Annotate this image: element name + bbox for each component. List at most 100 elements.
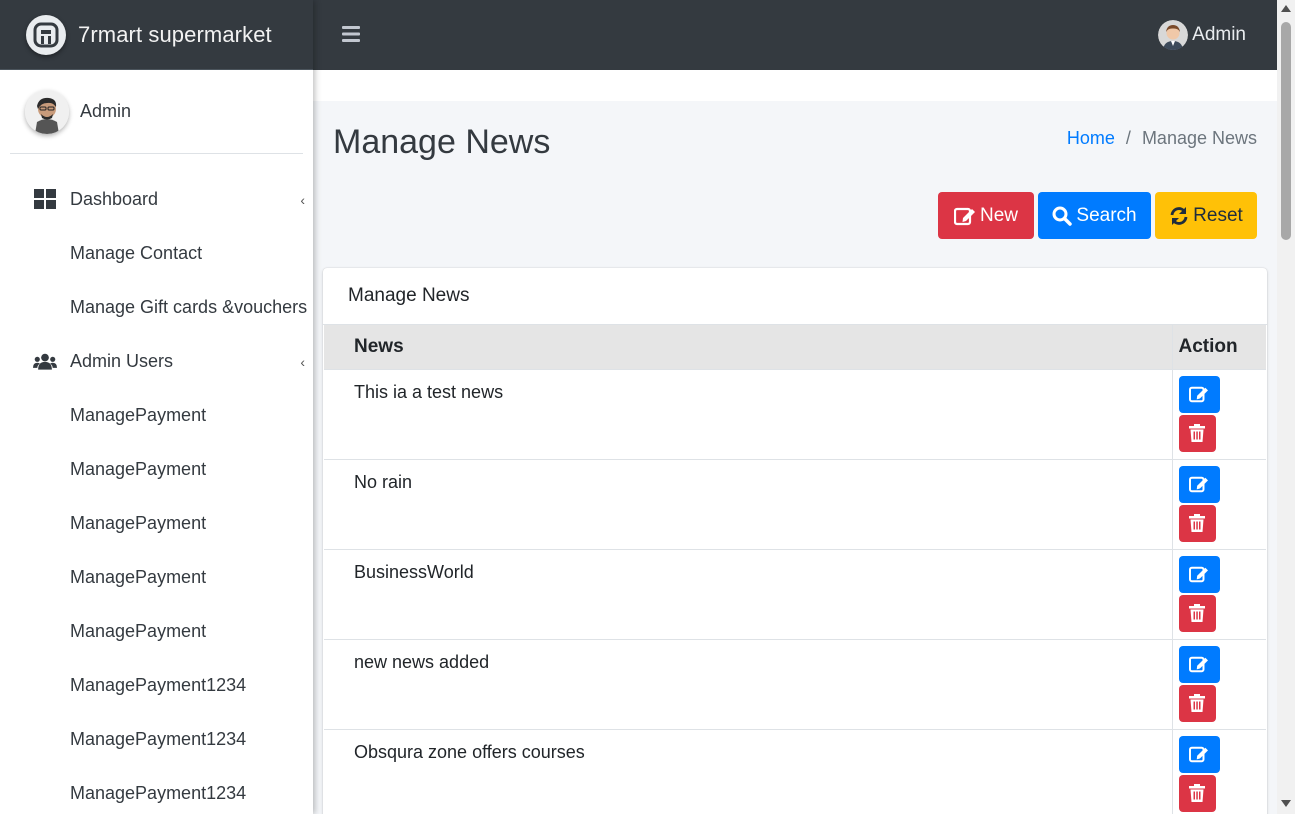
- brand-link[interactable]: 7rmart supermarket: [0, 0, 313, 70]
- trash-icon: [1189, 604, 1205, 622]
- new-button-label: New: [979, 204, 1018, 226]
- sidebar-item-label: ManagePayment: [70, 458, 207, 479]
- sidebar-item-manage-gift-cards[interactable]: Manage Gift cards &vouchers: [0, 280, 313, 334]
- sidebar-item-dashboard[interactable]: Dashboard ‹: [0, 172, 313, 226]
- action-cell: [1172, 728, 1266, 814]
- breadcrumb-current: Manage News: [1141, 128, 1257, 148]
- edit-icon: [1189, 566, 1208, 583]
- sidebar-item-label: Dashboard: [70, 188, 159, 209]
- table-row: Obsqura zone offers courses: [324, 728, 1266, 814]
- sidebar-item-label: ManagePayment: [70, 512, 207, 533]
- breadcrumb-separator: /: [1125, 128, 1131, 148]
- sidebar-item-managepayment1234[interactable]: ManagePayment1234: [0, 658, 313, 712]
- reset-button[interactable]: Reset: [1155, 192, 1257, 239]
- breadcrumb-home-link[interactable]: Home: [1067, 128, 1115, 149]
- column-header-action: Action: [1172, 325, 1266, 369]
- delete-button[interactable]: [1178, 774, 1216, 812]
- news-cell: BusinessWorld: [324, 548, 1173, 639]
- action-cell: [1172, 458, 1266, 549]
- table-row: new news added: [324, 638, 1266, 729]
- scroll-up-arrow-icon[interactable]: [1281, 5, 1291, 12]
- hamburger-menu-icon[interactable]: [342, 25, 360, 48]
- page-title: Manage News: [333, 123, 551, 161]
- sidebar-item-label: ManagePayment: [70, 404, 207, 425]
- edit-icon: [1189, 386, 1208, 403]
- sidebar-item-managepayment1234[interactable]: ManagePayment1234: [0, 766, 313, 814]
- sidebar-item-label: ManagePayment: [70, 620, 207, 641]
- search-icon: [1052, 206, 1073, 226]
- edit-button[interactable]: [1178, 375, 1220, 413]
- main-content: Manage News Home / Manage News New Searc…: [313, 70, 1277, 814]
- news-cell: Obsqura zone offers courses: [324, 728, 1173, 814]
- page-scrollbar[interactable]: [1277, 0, 1295, 814]
- table-row: BusinessWorld: [324, 548, 1266, 639]
- edit-button[interactable]: [1178, 465, 1220, 503]
- delete-button[interactable]: [1178, 504, 1216, 542]
- sidebar: 7rmart supermarket Admin Dashboard ‹ Man…: [0, 0, 313, 814]
- top-user-menu[interactable]: Admin: [1158, 20, 1246, 50]
- sidebar-item-label: Manage Gift cards &vouchers: [70, 296, 308, 317]
- new-button[interactable]: New: [938, 192, 1034, 239]
- sidebar-nav: Dashboard ‹ Manage Contact Manage Gift c…: [0, 154, 313, 814]
- sidebar-item-managepayment[interactable]: ManagePayment: [0, 604, 313, 658]
- chevron-left-icon: ‹: [300, 192, 305, 208]
- sidebar-item-admin-users[interactable]: Admin Users ‹: [0, 334, 313, 388]
- scroll-thumb[interactable]: [1281, 22, 1291, 240]
- search-button-label: Search: [1076, 204, 1137, 226]
- brand-name: 7rmart supermarket: [78, 21, 272, 47]
- top-navbar: Admin: [313, 0, 1277, 70]
- sidebar-item-manage-contact[interactable]: Manage Contact: [0, 226, 313, 280]
- sidebar-item-label: ManagePayment: [70, 566, 207, 587]
- news-cell: new news added: [324, 638, 1173, 729]
- news-table: News Action This ia a test news No rain …: [324, 325, 1266, 814]
- delete-button[interactable]: [1178, 684, 1216, 722]
- edit-icon: [1189, 656, 1208, 673]
- avatar: [25, 89, 69, 134]
- users-icon: [33, 350, 57, 372]
- table-row: No rain: [324, 458, 1266, 549]
- reset-button-label: Reset: [1193, 204, 1243, 226]
- edit-button[interactable]: [1178, 735, 1220, 773]
- news-cell: No rain: [324, 458, 1173, 549]
- scroll-down-arrow-icon[interactable]: [1281, 800, 1291, 807]
- news-cell: This ia a test news: [324, 368, 1173, 459]
- search-button[interactable]: Search: [1038, 192, 1151, 239]
- action-cell: [1172, 638, 1266, 729]
- delete-button[interactable]: [1178, 414, 1216, 452]
- chevron-left-icon: ‹: [300, 354, 305, 370]
- edit-button[interactable]: [1178, 555, 1220, 593]
- dashboard-grid-icon: [33, 188, 57, 210]
- sidebar-item-label: ManagePayment1234: [70, 782, 247, 803]
- column-header-news: News: [324, 325, 1173, 369]
- card-title: Manage News: [323, 268, 1267, 325]
- edit-icon: [1189, 746, 1208, 763]
- sidebar-item-managepayment[interactable]: ManagePayment: [0, 388, 313, 442]
- delete-button[interactable]: [1178, 594, 1216, 632]
- trash-icon: [1189, 514, 1205, 532]
- sidebar-user-name: Admin: [80, 101, 132, 121]
- trash-icon: [1189, 694, 1205, 712]
- sidebar-item-managepayment[interactable]: ManagePayment: [0, 442, 313, 496]
- table-row: This ia a test news: [324, 368, 1266, 459]
- table-header-row: News Action: [324, 325, 1266, 369]
- sidebar-item-label: ManagePayment1234: [70, 674, 247, 695]
- trash-icon: [1189, 424, 1205, 442]
- breadcrumb: Home / Manage News: [1067, 128, 1257, 149]
- content-wrapper: Manage News Home / Manage News New Searc…: [313, 101, 1277, 814]
- action-cell: [1172, 368, 1266, 459]
- top-user-name: Admin: [1192, 24, 1246, 45]
- sidebar-item-label: Admin Users: [70, 350, 174, 371]
- sidebar-user-panel[interactable]: Admin: [10, 70, 303, 154]
- refresh-icon: [1170, 206, 1188, 225]
- trash-icon: [1189, 784, 1205, 802]
- sidebar-item-managepayment[interactable]: ManagePayment: [0, 550, 313, 604]
- action-cell: [1172, 548, 1266, 639]
- sidebar-item-label: ManagePayment1234: [70, 728, 247, 749]
- brand-logo-icon: [26, 14, 66, 55]
- news-card: Manage News News Action This ia a test n…: [323, 268, 1267, 814]
- avatar: [1158, 20, 1189, 50]
- sidebar-item-managepayment1234[interactable]: ManagePayment1234: [0, 712, 313, 766]
- edit-icon: [953, 207, 975, 225]
- sidebar-item-managepayment[interactable]: ManagePayment: [0, 496, 313, 550]
- edit-button[interactable]: [1178, 645, 1220, 683]
